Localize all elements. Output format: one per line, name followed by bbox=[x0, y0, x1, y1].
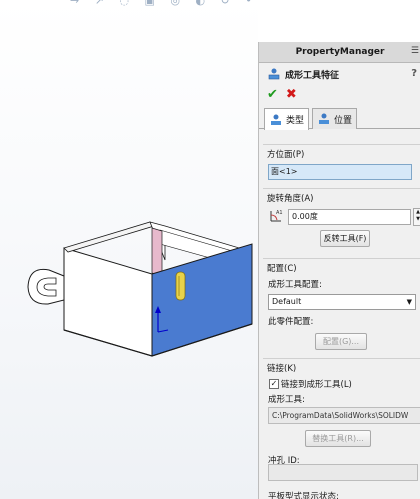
pin-icon[interactable]: ☰ bbox=[411, 46, 419, 56]
configuration-section: 配置(C) bbox=[259, 262, 420, 276]
link-to-tool-checkbox[interactable]: ✓ bbox=[269, 379, 279, 389]
flat-pattern-display-label: 平板型式显示状态: bbox=[268, 492, 339, 499]
sheet-metal-part[interactable] bbox=[0, 0, 258, 499]
left-wall-top bbox=[63, 221, 155, 253]
inner-thickness-face bbox=[151, 227, 163, 277]
property-manager-header: PropertyManager ☰ bbox=[259, 42, 420, 63]
tab-position[interactable]: 位置 bbox=[312, 108, 358, 129]
tool-config-label: 成形工具配置: bbox=[268, 280, 322, 290]
replace-tool-button[interactable]: 替换工具(R)... bbox=[305, 430, 371, 447]
divider bbox=[263, 188, 420, 189]
ok-button[interactable]: ✔ bbox=[267, 87, 278, 102]
tab-type-label: 类型 bbox=[286, 116, 305, 126]
tab-bar: 类型 位置 bbox=[259, 106, 420, 130]
flip-tool-button[interactable]: 反转工具(F) bbox=[320, 230, 370, 247]
rotation-section: 旋转角度(A) bbox=[259, 192, 420, 206]
divider bbox=[263, 358, 420, 359]
feature-title-row: 成形工具特征 ? bbox=[259, 63, 420, 85]
tab-type[interactable]: 类型 bbox=[264, 108, 310, 130]
section-title: 链接(K) bbox=[267, 364, 297, 374]
graphics-area[interactable]: → ↗ ◌ ▣ ◎ ◐ ↺ • ▦ ≡ ↕ bbox=[0, 0, 258, 499]
orientation-face-section: 方位面(P) bbox=[259, 148, 420, 162]
section-title: 方位面(P) bbox=[267, 150, 305, 160]
angle-spinner[interactable]: ▲ ▼ bbox=[413, 208, 420, 226]
divider bbox=[263, 144, 420, 145]
instance-config-label: 此零件配置: bbox=[268, 317, 314, 327]
help-icon[interactable]: ? bbox=[411, 68, 417, 79]
link-section: 链接(K) bbox=[259, 362, 420, 376]
left-wall bbox=[63, 247, 153, 357]
forming-tool-icon bbox=[319, 113, 329, 124]
divider bbox=[263, 258, 420, 259]
feature-title: 成形工具特征 bbox=[285, 70, 340, 81]
cancel-button[interactable]: ✖ bbox=[286, 87, 297, 102]
svg-text:A1: A1 bbox=[276, 210, 283, 216]
tool-config-dropdown[interactable]: Default ▼ bbox=[268, 294, 416, 310]
section-title: 旋转角度(A) bbox=[267, 194, 314, 204]
rotation-angle-icon: A1 bbox=[270, 210, 283, 222]
forming-tool-icon bbox=[268, 68, 280, 80]
chevron-down-icon: ▼ bbox=[406, 298, 412, 306]
pm-title: PropertyManager bbox=[295, 47, 385, 57]
tab-position-label: 位置 bbox=[334, 115, 353, 126]
configuration-button[interactable]: 配置(G)... bbox=[315, 333, 367, 350]
punch-id-field[interactable] bbox=[268, 464, 418, 481]
section-title: 配置(C) bbox=[267, 264, 297, 274]
part-tab-hook bbox=[27, 268, 65, 305]
forming-tool-preview bbox=[175, 271, 186, 301]
orientation-face-selection-box[interactable]: 面<1> bbox=[268, 164, 412, 180]
link-to-tool-label: 链接到成形工具(L) bbox=[281, 380, 352, 390]
property-manager-panel: PropertyManager ☰ 成形工具特征 ? ✔ ✖ 类型 位置 方位面… bbox=[258, 42, 420, 499]
forming-tool-path: C:\ProgramData\SolidWorks\SOLIDW bbox=[268, 407, 420, 424]
forming-tool-label: 成形工具: bbox=[268, 395, 305, 405]
forming-tool-icon bbox=[271, 114, 281, 125]
selected-face bbox=[151, 243, 253, 357]
tool-config-value: Default bbox=[272, 297, 302, 306]
rotation-angle-input[interactable]: 0.00度 bbox=[288, 209, 411, 225]
ok-cancel-row: ✔ ✖ bbox=[259, 85, 420, 103]
